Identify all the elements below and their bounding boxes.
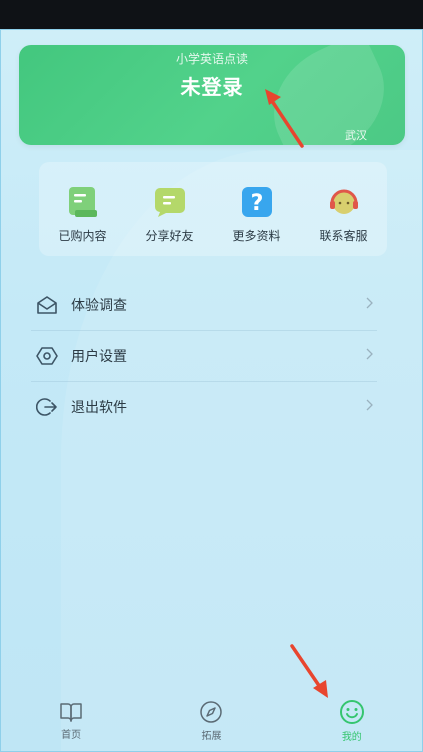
share-friends-button[interactable]: 分享好友: [135, 162, 205, 244]
compass-icon: [200, 701, 223, 723]
quick-action-label: 联系客服: [319, 229, 368, 243]
tab-label: 我的: [341, 732, 362, 743]
quick-action-label: 更多资料: [232, 229, 281, 243]
tab-label: 首页: [61, 730, 82, 741]
contact-support-button[interactable]: 联系客服: [309, 162, 379, 244]
city-label: 武汉: [345, 129, 367, 142]
hexagon-settings-icon: [36, 347, 58, 365]
chevron-right-icon: [366, 399, 373, 411]
menu-item-label: 用户设置: [71, 349, 127, 365]
headset-icon: [328, 186, 360, 218]
tab-label: 拓展: [201, 731, 222, 742]
smiley-icon: [339, 700, 364, 724]
chat-bubble-icon: [154, 186, 186, 218]
tab-home[interactable]: 首页: [31, 701, 111, 741]
tab-explore[interactable]: 拓展: [171, 700, 251, 742]
survey-menu-item[interactable]: 体验调查: [31, 280, 377, 331]
login-banner[interactable]: 小学英语点读 未登录 武汉: [19, 45, 405, 145]
question-mark-icon: ?: [241, 186, 273, 218]
svg-text:?: ?: [250, 191, 263, 216]
menu-item-label: 退出软件: [71, 400, 127, 416]
user-settings-menu-item[interactable]: 用户设置: [31, 331, 377, 382]
quick-actions-panel: 已购内容 分享好友 ? 更多资料 联系客服: [39, 162, 387, 256]
document-icon: [67, 186, 99, 218]
menu-item-label: 体验调查: [71, 298, 127, 314]
app-screen: 小学英语点读 未登录 武汉 已购内容 分享好友 ? 更多资料 联系客服 体验调查…: [0, 29, 423, 752]
logout-icon: [36, 398, 57, 416]
login-status[interactable]: 未登录: [19, 71, 405, 100]
tab-mine[interactable]: 我的: [312, 699, 392, 743]
app-name: 小学英语点读: [175, 52, 248, 66]
quick-action-label: 分享好友: [145, 229, 194, 243]
book-icon: [60, 703, 82, 722]
envelope-icon: [37, 296, 57, 314]
chevron-right-icon: [366, 348, 373, 360]
settings-menu: 体验调查 用户设置 退出软件: [31, 280, 377, 432]
chevron-right-icon: [366, 297, 373, 309]
exit-app-menu-item[interactable]: 退出软件: [31, 382, 377, 432]
purchased-content-button[interactable]: 已购内容: [48, 162, 118, 244]
bottom-tab-bar: 首页 拓展 我的: [1, 691, 422, 751]
quick-action-label: 已购内容: [58, 229, 107, 243]
more-materials-button[interactable]: ? 更多资料: [222, 162, 292, 244]
